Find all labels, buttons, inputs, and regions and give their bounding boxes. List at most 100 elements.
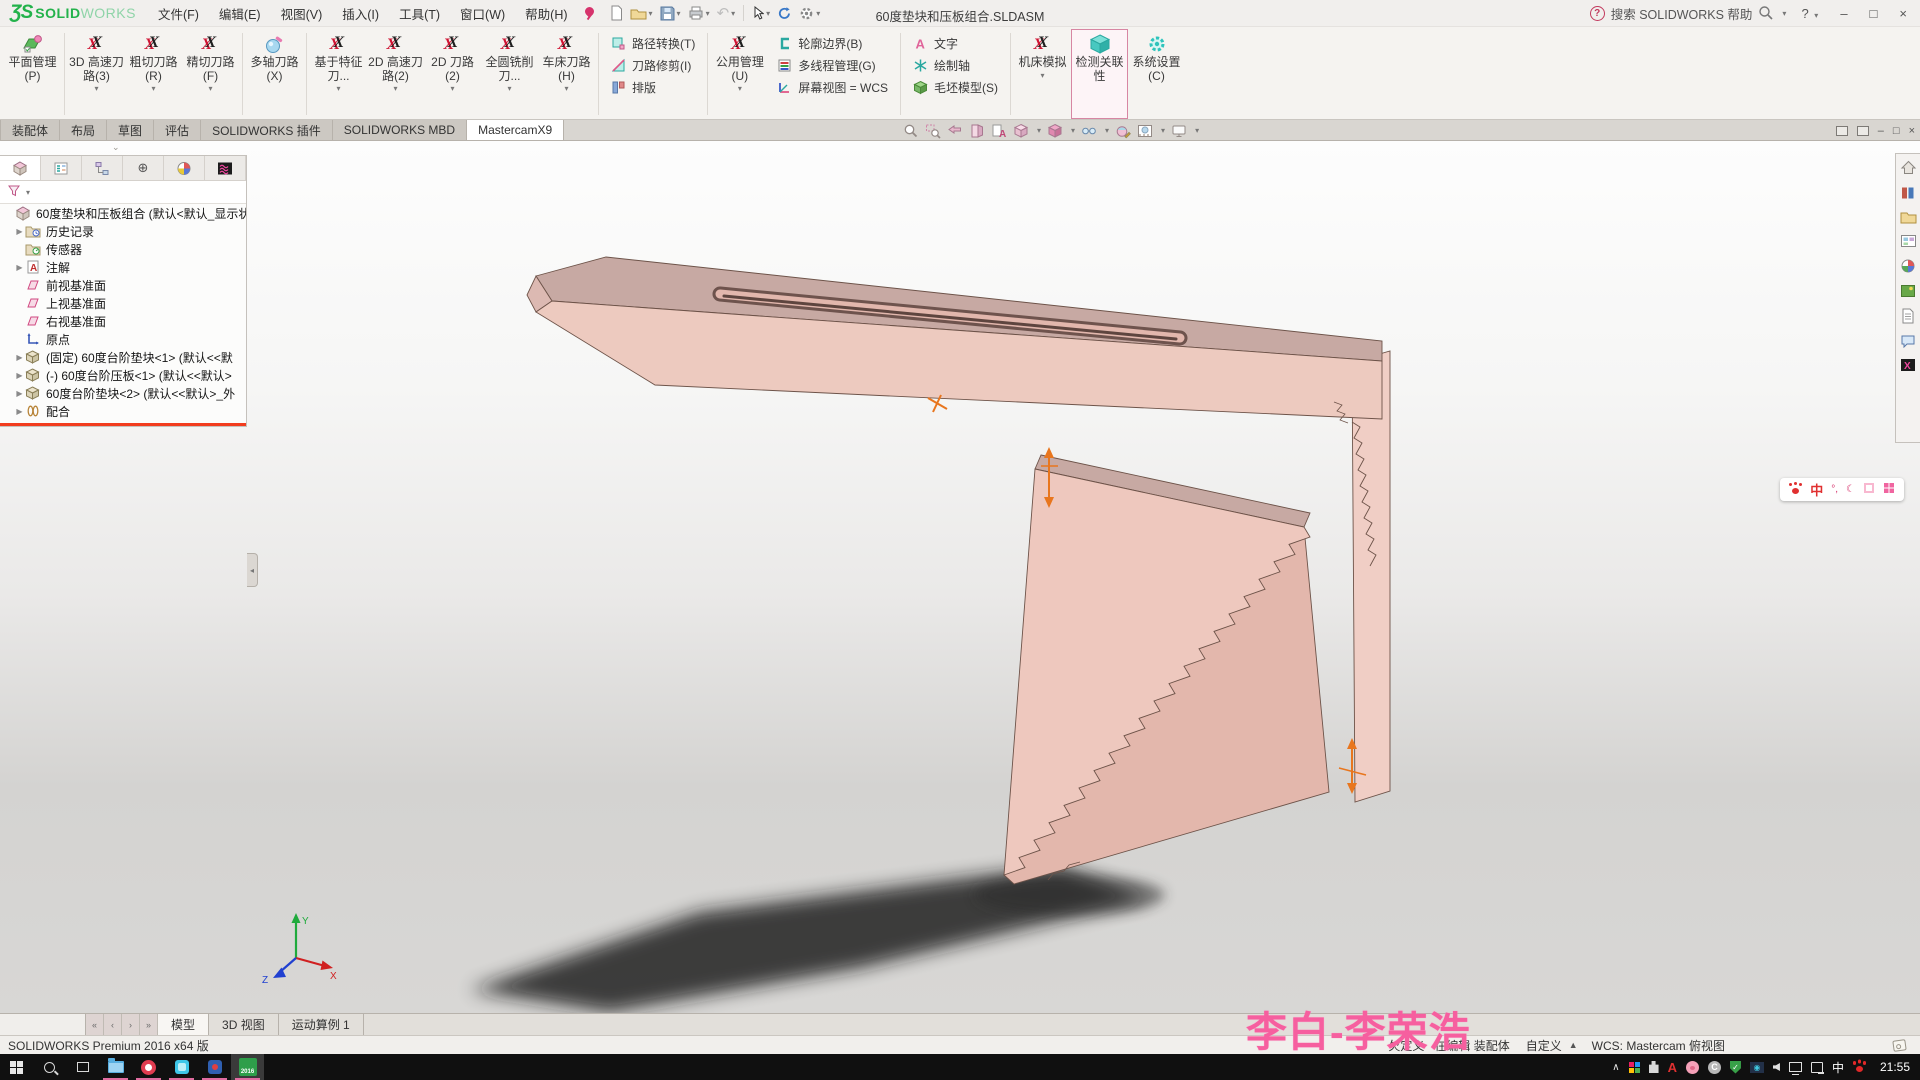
expand-arrow-icon[interactable]: ▶ <box>14 407 25 416</box>
taskbar-search-button[interactable] <box>33 1054 66 1080</box>
dropdown-icon[interactable]: ▾ <box>1161 126 1165 135</box>
tree-item-right-plane[interactable]: 右视基准面 <box>0 312 246 330</box>
tree-item-history[interactable]: ▶ 历史记录 <box>0 222 246 240</box>
ime-toolbox-icon[interactable] <box>1883 482 1895 497</box>
zoom-fit-icon[interactable] <box>903 123 919 139</box>
save-button[interactable]: ▾ <box>657 4 684 23</box>
open-button[interactable]: ▾ <box>627 5 656 22</box>
expand-arrow-icon[interactable]: ▶ <box>14 263 25 272</box>
panel-collapse-button[interactable]: ◂ <box>247 553 258 587</box>
dropdown-icon[interactable]: ▾ <box>336 84 340 93</box>
view-palette-icon[interactable] <box>1900 234 1917 251</box>
zoom-area-icon[interactable] <box>925 123 941 139</box>
file-explorer-taskbar-button[interactable] <box>99 1054 132 1080</box>
minimize-button[interactable]: – <box>1833 6 1854 21</box>
start-button[interactable] <box>0 1054 33 1080</box>
menu-edit[interactable]: 编辑(E) <box>209 0 271 27</box>
pin-menu-icon[interactable] <box>582 6 597 21</box>
tree-item-sensors[interactable]: 传感器 <box>0 240 246 258</box>
task-view-button[interactable] <box>66 1054 99 1080</box>
dropdown-icon[interactable]: ▾ <box>649 9 653 18</box>
tray-pig-app-icon[interactable] <box>1686 1061 1699 1074</box>
tray-sogou-paw-icon[interactable] <box>1853 1060 1867 1074</box>
tree-item-clamp-plate-1[interactable]: ▶ (-) 60度台阶压板<1> (默认<<默认> <box>0 366 246 384</box>
doc-window-icon[interactable] <box>1836 126 1848 136</box>
search-dropdown-icon[interactable]: ▾ <box>1782 9 1786 18</box>
tray-gpu-icon[interactable]: ◉ <box>1750 1062 1764 1073</box>
undo-button[interactable]: ↶▾ <box>714 2 739 24</box>
tab-displaymanager[interactable] <box>164 156 205 180</box>
custom-properties-icon[interactable] <box>1901 308 1915 327</box>
first-tab-button[interactable]: « <box>86 1014 104 1035</box>
doc-window-icon[interactable] <box>1857 126 1869 136</box>
messenger-taskbar-button[interactable] <box>165 1054 198 1080</box>
ribbon-text-button[interactable]: A 文字 <box>904 32 1007 54</box>
apply-scene-icon[interactable] <box>1137 123 1153 139</box>
tab-mastercam-manager[interactable] <box>205 156 246 180</box>
tray-action-center-icon[interactable] <box>1811 1062 1823 1073</box>
ribbon-contour-boundary-button[interactable]: 轮廓边界(B) <box>768 32 897 54</box>
ribbon-2d-toolpath-button[interactable]: 2D 刀路(2) ▾ <box>424 29 481 119</box>
rollback-bar[interactable] <box>0 423 246 426</box>
hide-show-items-icon[interactable] <box>1081 123 1097 139</box>
filter-dropdown-icon[interactable]: ▾ <box>26 188 30 197</box>
ime-toolbar[interactable]: 中 °, ☾ <box>1780 478 1904 501</box>
ribbon-rough-button[interactable]: 粗切刀路(R) ▾ <box>125 29 182 119</box>
tray-chevron-icon[interactable]: ∧ <box>1612 1062 1619 1073</box>
help-menu-button[interactable]: ? ▾ <box>1794 6 1825 21</box>
ribbon-utility-manager-button[interactable]: 公用管理(U) ▾ <box>711 29 768 119</box>
tree-item-step-block-2[interactable]: ▶ 60度台阶垫块<2> (默认<<默认>_外 <box>0 384 246 402</box>
dropdown-icon[interactable]: ▾ <box>393 84 397 93</box>
ribbon-system-settings-button[interactable]: 系统设置(C) <box>1128 29 1185 119</box>
ribbon-plane-manager-button[interactable]: 平面管理(P) <box>4 29 61 119</box>
view-orientation-icon[interactable] <box>1013 123 1029 139</box>
display-style-icon[interactable] <box>1047 123 1063 139</box>
ribbon-2d-hst-button[interactable]: 2D 高速刀路(2) ▾ <box>367 29 424 119</box>
tree-item-step-block-1[interactable]: ▶ (固定) 60度台阶垫块<1> (默认<<默 <box>0 348 246 366</box>
last-tab-button[interactable]: » <box>140 1014 158 1035</box>
ribbon-stock-model-button[interactable]: 毛坯模型(S) <box>904 76 1007 98</box>
ime-emoji-icon[interactable] <box>1863 482 1875 497</box>
ribbon-trim-button[interactable]: 刀路修剪(I) <box>602 54 704 76</box>
dropdown-icon[interactable]: ▾ <box>1037 126 1041 135</box>
ribbon-draw-axis-button[interactable]: 绘制轴 <box>904 54 1007 76</box>
tray-ime-mode[interactable]: 中 <box>1832 1059 1844 1076</box>
dropdown-icon[interactable]: ▾ <box>706 9 710 18</box>
print-button[interactable]: ▾ <box>685 4 713 22</box>
solidworks-taskbar-button[interactable]: 2016 <box>231 1054 264 1080</box>
tree-item-origin[interactable]: 原点 <box>0 330 246 348</box>
expand-arrow-icon[interactable]: ▶ <box>14 389 25 398</box>
tray-usb-icon[interactable] <box>1649 1061 1659 1073</box>
filter-funnel-icon[interactable] <box>7 184 21 200</box>
tree-item-annotations[interactable]: ▶ A 注解 <box>0 258 246 276</box>
ribbon-machine-sim-button[interactable]: 机床模拟 ▾ <box>1014 29 1071 119</box>
tray-antivirus-shield-icon[interactable]: ✓ <box>1730 1061 1741 1074</box>
doc-tab-model[interactable]: 模型 <box>158 1014 209 1035</box>
decals-icon[interactable] <box>1900 284 1916 301</box>
tab-sketch[interactable]: 草图 <box>107 120 154 140</box>
graphics-viewport[interactable]: Y X Z ⌄ ⊕ ▾ 60度垫块和压板组合 (默认<默认_显示状 ▶ 历史记录 <box>0 141 1920 1013</box>
tab-mastercam-x9[interactable]: MastercamX9 <box>467 120 564 140</box>
dropdown-icon[interactable]: ▾ <box>208 84 212 93</box>
tag-icon[interactable] <box>1892 1039 1906 1052</box>
view-settings-icon[interactable] <box>1171 123 1187 139</box>
dropdown-icon[interactable]: ▾ <box>450 84 454 93</box>
dropdown-icon[interactable]: ▾ <box>1041 71 1045 80</box>
menu-insert[interactable]: 插入(I) <box>332 0 389 27</box>
ribbon-screen-view-wcs-button[interactable]: 屏幕视图 = WCS <box>768 76 897 98</box>
tree-item-top-plane[interactable]: 上视基准面 <box>0 294 246 312</box>
rebuild-button[interactable] <box>774 4 795 23</box>
menu-window[interactable]: 窗口(W) <box>450 0 515 27</box>
tab-layout[interactable]: 布局 <box>60 120 107 140</box>
ribbon-circle-mill-button[interactable]: 全圆铣削刀... ▾ <box>481 29 538 119</box>
tray-c-app-icon[interactable]: C <box>1708 1061 1721 1074</box>
model-3d-render[interactable]: Y X Z <box>0 141 1920 1013</box>
ribbon-check-associativity-button[interactable]: 检测关联性 <box>1071 29 1128 119</box>
dropdown-icon[interactable]: ▾ <box>1105 126 1109 135</box>
tab-sw-mbd[interactable]: SOLIDWORKS MBD <box>333 120 467 140</box>
mastercam-pane-icon[interactable]: X <box>1900 358 1916 375</box>
dropdown-icon[interactable]: ▾ <box>816 9 820 18</box>
doc-minimize-button[interactable]: – <box>1878 125 1884 137</box>
doc-tab-motion-study[interactable]: 运动算例 1 <box>279 1014 364 1035</box>
tab-dimxpertmanager[interactable]: ⊕ <box>123 156 164 180</box>
